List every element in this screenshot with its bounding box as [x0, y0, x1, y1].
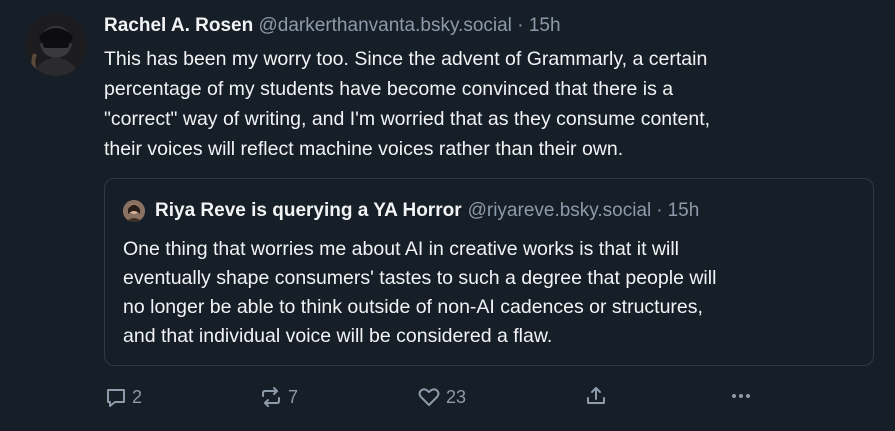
quote-avatar [123, 200, 145, 222]
quote-author-handle: @riyareve.bsky.social [467, 200, 652, 221]
post-header: Rachel A. Rosen @darkerthanvanta.bsky.so… [104, 12, 884, 40]
heart-icon [418, 388, 440, 406]
quote-author-name: Riya Reve is querying a YA Horror [155, 200, 462, 221]
quote-text: One thing that worries me about AI in cr… [123, 238, 717, 347]
author-name[interactable]: Rachel A. Rosen [104, 15, 253, 36]
reply-button[interactable]: 2 [104, 384, 142, 410]
more-icon [732, 394, 750, 398]
repost-icon [262, 387, 280, 407]
like-count: 23 [446, 387, 467, 407]
quoted-post[interactable]: Riya Reve is querying a YA Horror @riyar… [104, 178, 874, 366]
repost-count: 7 [288, 387, 299, 407]
author-handle[interactable]: @darkerthanvanta.bsky.social [259, 15, 512, 36]
post-content: Rachel A. Rosen @darkerthanvanta.bsky.so… [104, 12, 884, 164]
quote-header: Riya Reve is querying a YA Horror @riyar… [123, 197, 699, 225]
post-text: This has been my worry too. Since the ad… [104, 48, 711, 160]
post-actions: 2 7 23 [104, 384, 764, 412]
avatar[interactable] [25, 14, 87, 76]
reply-count: 2 [132, 387, 143, 407]
share-icon [587, 387, 605, 404]
separator-dot: · [517, 15, 524, 36]
share-button[interactable] [584, 384, 612, 408]
quote-timestamp: 15h [667, 200, 700, 221]
reply-icon [107, 389, 125, 407]
more-options-button[interactable] [728, 384, 758, 408]
post: Rachel A. Rosen @darkerthanvanta.bsky.so… [0, 0, 895, 431]
post-timestamp[interactable]: 15h [529, 15, 561, 36]
quote-separator-dot: · [656, 200, 663, 221]
like-button[interactable]: 23 [416, 384, 466, 410]
repost-button[interactable]: 7 [258, 384, 298, 410]
